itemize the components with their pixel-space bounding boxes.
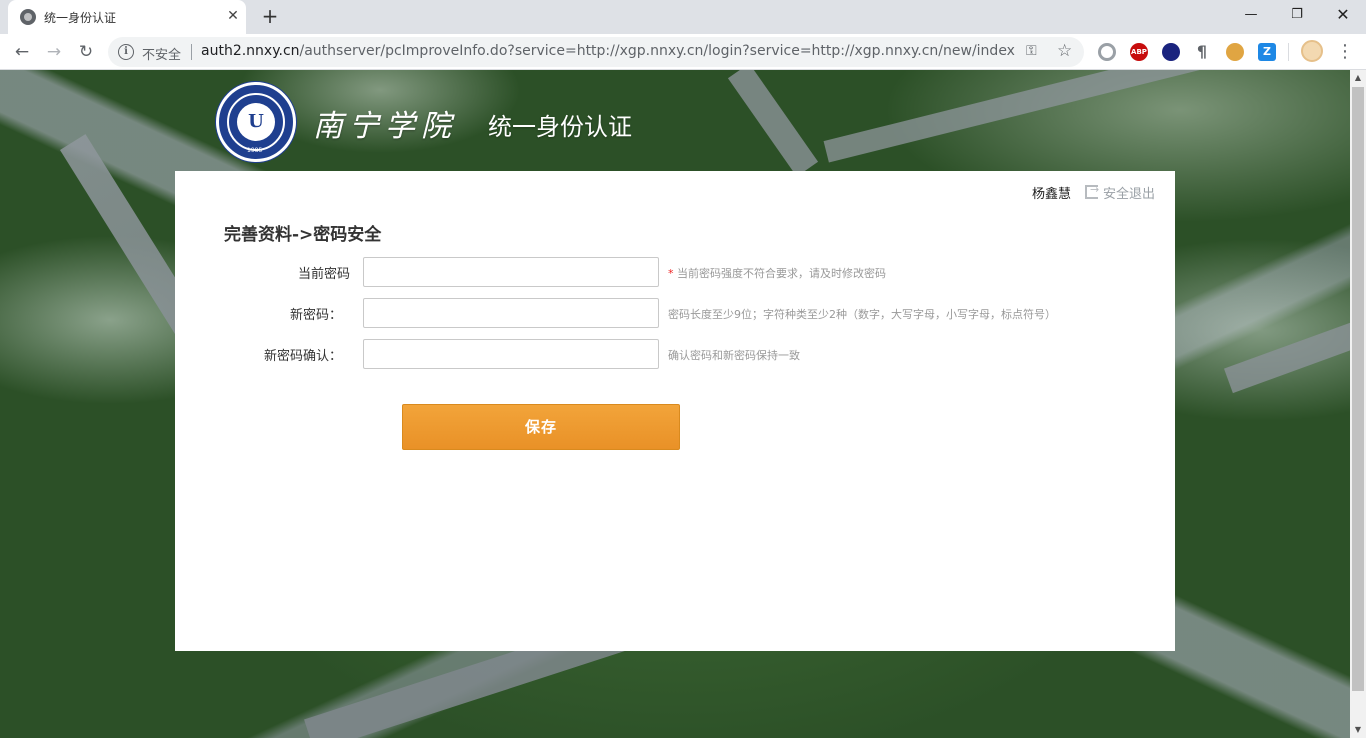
minimize-button[interactable]: —: [1228, 0, 1274, 30]
confirm-password-hint: 确认密码和新密码保持一致: [668, 349, 800, 362]
system-title: 统一身份认证: [488, 113, 632, 141]
current-password-label: 当前密码: [297, 267, 350, 282]
scroll-up-icon[interactable]: ▲: [1350, 70, 1366, 86]
browser-toolbar: ← → ↻ i 不安全 auth2.nnxy.cn/authserver/pcI…: [0, 34, 1366, 70]
back-button[interactable]: ←: [9, 39, 35, 65]
address-bar[interactable]: i 不安全 auth2.nnxy.cn/authserver/pcImprove…: [108, 37, 1084, 67]
school-name: 南宁学院: [313, 109, 457, 144]
required-star: *: [668, 267, 674, 280]
new-tab-button[interactable]: +: [258, 4, 282, 28]
background-road: [1223, 272, 1366, 394]
current-password-input[interactable]: [363, 257, 659, 287]
maximize-button[interactable]: ❐: [1274, 0, 1320, 30]
url-host: auth2.nnxy.cn: [201, 43, 300, 59]
current-password-hint-text: 当前密码强度不符合要求，请及时修改密码: [677, 267, 886, 280]
divider: [191, 44, 192, 60]
confirm-password-row: 新密码确认： 确认密码和新密码保持一致: [175, 339, 1175, 369]
browser-tab[interactable]: 统一身份认证 ✕: [8, 0, 246, 34]
page-scrollbar[interactable]: ▲ ▼: [1350, 70, 1366, 738]
logout-link[interactable]: 安全退出: [1084, 183, 1155, 202]
bookmark-star-icon[interactable]: ☆: [1057, 41, 1072, 61]
tab-title: 统一身份认证: [44, 11, 117, 25]
school-logo-emblem: U 1985: [216, 82, 296, 162]
url-text[interactable]: auth2.nnxy.cn/authserver/pcImproveInfo.d…: [201, 43, 1016, 59]
tab-close-icon[interactable]: ✕: [224, 7, 242, 25]
menu-dots-icon[interactable]: ⋮: [1336, 39, 1354, 65]
extension-globe-icon[interactable]: [1162, 43, 1180, 61]
cookie-icon[interactable]: [1226, 43, 1244, 61]
adblock-plus-icon[interactable]: ABP: [1130, 43, 1148, 61]
globe-icon: [20, 9, 36, 25]
extension-circle-icon[interactable]: [1098, 43, 1116, 61]
user-name: 杨鑫慧: [1031, 187, 1071, 202]
logo-year: 1985: [247, 147, 263, 154]
profile-avatar[interactable]: [1301, 40, 1323, 62]
reload-button[interactable]: ↻: [73, 39, 99, 65]
paragraph-icon[interactable]: ¶: [1193, 43, 1211, 61]
current-password-hint: * 当前密码强度不符合要求，请及时修改密码: [668, 265, 886, 281]
new-password-row: 新密码： 密码长度至少9位；字符种类至少2种（数字，大写字母，小写字母，标点符号…: [175, 298, 1175, 328]
logo-core: U: [237, 103, 275, 141]
new-password-label: 新密码：: [289, 308, 342, 323]
scroll-thumb[interactable]: [1352, 87, 1364, 691]
logout-icon: [1084, 183, 1099, 199]
browser-tab-bar: 统一身份认证 ✕ + — ❐ ✕: [0, 0, 1366, 34]
divider: [1288, 43, 1289, 61]
forward-button[interactable]: →: [41, 39, 67, 65]
new-password-input[interactable]: [363, 298, 659, 328]
logout-label: 安全退出: [1102, 187, 1155, 202]
window-close-button[interactable]: ✕: [1320, 0, 1366, 30]
scroll-down-icon[interactable]: ▼: [1350, 722, 1366, 738]
current-password-row: 当前密码 * 当前密码强度不符合要求，请及时修改密码: [175, 257, 1175, 287]
zotero-icon[interactable]: Z: [1258, 43, 1276, 61]
new-password-hint: 密码长度至少9位；字符种类至少2种（数字，大写字母，小写字母，标点符号）: [668, 308, 1056, 321]
form-panel: 杨鑫慧 安全退出 完善资料->密码安全 当前密码 * 当前密码强度不符合要求，请…: [175, 171, 1175, 651]
page-title: 完善资料->密码安全: [224, 225, 382, 245]
save-button[interactable]: 保存: [402, 404, 680, 450]
confirm-password-label: 新密码确认：: [263, 349, 342, 364]
key-icon[interactable]: ⚿: [1026, 43, 1037, 59]
confirm-password-input[interactable]: [363, 339, 659, 369]
url-path: /authserver/pcImproveInfo.do?service=htt…: [299, 43, 1016, 59]
background-road: [727, 70, 819, 177]
info-icon[interactable]: i: [118, 44, 134, 60]
security-label[interactable]: 不安全: [142, 44, 181, 63]
background-road: [823, 70, 1237, 163]
